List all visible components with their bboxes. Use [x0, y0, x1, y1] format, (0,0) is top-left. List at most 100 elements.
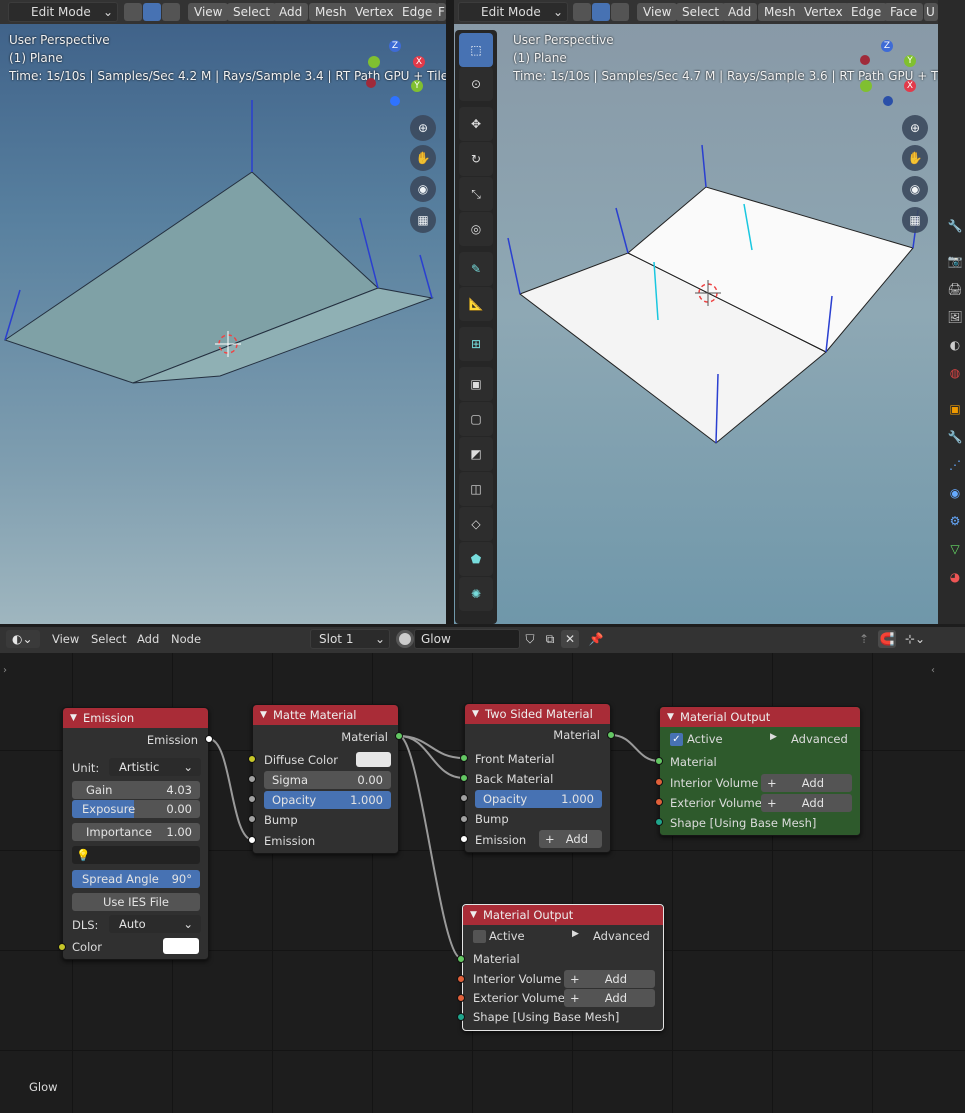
advanced-label[interactable]: Advanced	[791, 732, 848, 746]
diffuse-color-swatch[interactable]	[356, 752, 391, 767]
use-ies-file-button[interactable]: Use IES File	[72, 893, 200, 911]
socket-material-out[interactable]	[395, 732, 403, 740]
socket-exterior-volume-in[interactable]	[457, 994, 465, 1002]
add-exterior-volume-button[interactable]: + Add	[761, 794, 852, 812]
add-emission-button[interactable]: + Add	[539, 830, 602, 848]
emission-node[interactable]: ▼ Emission Emission Unit: Artistic ⌄ Gain 4…	[62, 707, 209, 960]
opacity-label: Opacity	[483, 792, 528, 806]
advanced-toggle-icon[interactable]: ▶	[770, 732, 777, 742]
gain-value: 4.03	[166, 783, 192, 797]
sigma-value: 0.00	[357, 773, 383, 787]
advanced-label[interactable]: Advanced	[593, 929, 650, 943]
interior-volume-label: Interior Volume	[473, 972, 562, 986]
node-header[interactable]: ▼ Material Output	[463, 905, 663, 925]
socket-diffuse-color-in[interactable]	[248, 755, 256, 763]
unit-select[interactable]: Artistic ⌄	[109, 758, 201, 776]
collapse-icon[interactable]: ▼	[470, 905, 477, 925]
plus-icon: +	[570, 991, 580, 1005]
sidebar-expand-left-icon[interactable]: ›	[0, 662, 10, 680]
material-output-active-node[interactable]: ▼ Material Output ✓ Active ▶ Advanced Mat…	[659, 706, 861, 836]
back-material-label: Back Material	[475, 772, 554, 786]
unit-value: Artistic	[119, 760, 160, 774]
node-title: Matte Material	[273, 708, 357, 722]
material-output-inactive-node[interactable]: ▼ Material Output Active ▶ Advanced Mater…	[462, 904, 664, 1031]
socket-material-in[interactable]	[655, 757, 663, 765]
plus-icon: +	[570, 972, 580, 986]
collapse-icon[interactable]: ▼	[70, 708, 77, 728]
add-label: Add	[801, 776, 824, 790]
importance-label: Importance	[86, 825, 152, 839]
add-label: Add	[604, 991, 627, 1005]
collapse-icon[interactable]: ▼	[667, 707, 674, 727]
sidebar-expand-right-icon[interactable]: ‹	[928, 662, 938, 680]
opacity-value: 1.000	[350, 793, 383, 807]
exposure-label: Exposure	[82, 802, 136, 816]
node-title: Material Output	[483, 908, 574, 922]
exposure-value: 0.00	[166, 802, 192, 816]
node-tree-name-label: Glow	[29, 1080, 58, 1094]
active-checkbox[interactable]	[473, 930, 486, 943]
plus-icon: +	[545, 832, 555, 846]
spread-angle-label: Spread Angle	[82, 872, 159, 886]
add-interior-volume-button[interactable]: + Add	[761, 774, 852, 792]
socket-interior-volume-in[interactable]	[457, 975, 465, 983]
socket-emission-out[interactable]	[205, 735, 213, 743]
active-checkbox[interactable]: ✓	[670, 733, 683, 746]
active-label: Active	[489, 929, 525, 943]
socket-bump-in[interactable]	[248, 815, 256, 823]
socket-bump-in[interactable]	[460, 815, 468, 823]
node-header[interactable]: ▼ Emission	[63, 708, 208, 728]
collapse-icon[interactable]: ▼	[260, 705, 267, 725]
color-label: Color	[72, 940, 103, 954]
socket-color-in[interactable]	[58, 943, 66, 951]
light-group-field[interactable]: 💡	[72, 846, 200, 864]
sigma-label: Sigma	[272, 773, 309, 787]
chevron-down-icon: ⌄	[183, 917, 193, 931]
opacity-field[interactable]: Opacity 1.000	[264, 791, 391, 809]
front-material-label: Front Material	[475, 752, 555, 766]
importance-field[interactable]: Importance 1.00	[72, 823, 200, 841]
node-header[interactable]: ▼ Two Sided Material	[465, 704, 610, 724]
socket-shape-in[interactable]	[457, 1013, 465, 1021]
dls-value: Auto	[119, 917, 146, 931]
node-title: Emission	[83, 711, 135, 725]
gain-field[interactable]: Gain 4.03	[72, 781, 200, 799]
socket-emission-in[interactable]	[248, 836, 256, 844]
socket-material-in[interactable]	[457, 955, 465, 963]
add-interior-volume-button[interactable]: + Add	[564, 970, 655, 988]
advanced-toggle-icon[interactable]: ▶	[572, 929, 579, 939]
material-label: Material	[670, 755, 717, 769]
two-sided-material-node[interactable]: ▼ Two Sided Material Material Front Mater…	[464, 703, 611, 853]
color-swatch[interactable]	[163, 938, 199, 954]
node-header[interactable]: ▼ Matte Material	[253, 705, 398, 725]
collapse-icon[interactable]: ▼	[472, 704, 479, 724]
node-title: Two Sided Material	[485, 707, 593, 721]
output-material-label: Material	[553, 728, 600, 742]
sigma-field[interactable]: Sigma 0.00	[264, 771, 391, 789]
node-header[interactable]: ▼ Material Output	[660, 707, 860, 727]
socket-front-material-in[interactable]	[460, 754, 468, 762]
dls-select[interactable]: Auto ⌄	[109, 915, 201, 933]
importance-value: 1.00	[166, 825, 192, 839]
add-label: Add	[604, 972, 627, 986]
socket-sigma-in[interactable]	[248, 775, 256, 783]
emission-label: Emission	[475, 833, 527, 847]
socket-shape-in[interactable]	[655, 818, 663, 826]
socket-emission-in[interactable]	[460, 835, 468, 843]
unit-label: Unit:	[72, 761, 100, 775]
socket-material-out[interactable]	[607, 731, 615, 739]
bump-label: Bump	[475, 812, 509, 826]
socket-interior-volume-in[interactable]	[655, 778, 663, 786]
matte-material-node[interactable]: ▼ Matte Material Material Diffuse Color S…	[252, 704, 399, 854]
add-exterior-volume-button[interactable]: + Add	[564, 989, 655, 1007]
use-ies-file-label: Use IES File	[103, 895, 169, 909]
plus-icon: +	[767, 796, 777, 810]
spread-angle-field[interactable]: Spread Angle 90°	[72, 870, 200, 888]
socket-exterior-volume-in[interactable]	[655, 798, 663, 806]
socket-back-material-in[interactable]	[460, 774, 468, 782]
socket-opacity-in[interactable]	[460, 794, 468, 802]
opacity-field[interactable]: Opacity 1.000	[475, 790, 602, 808]
material-label: Material	[473, 952, 520, 966]
socket-opacity-in[interactable]	[248, 795, 256, 803]
exposure-field[interactable]: Exposure 0.00	[72, 800, 200, 818]
